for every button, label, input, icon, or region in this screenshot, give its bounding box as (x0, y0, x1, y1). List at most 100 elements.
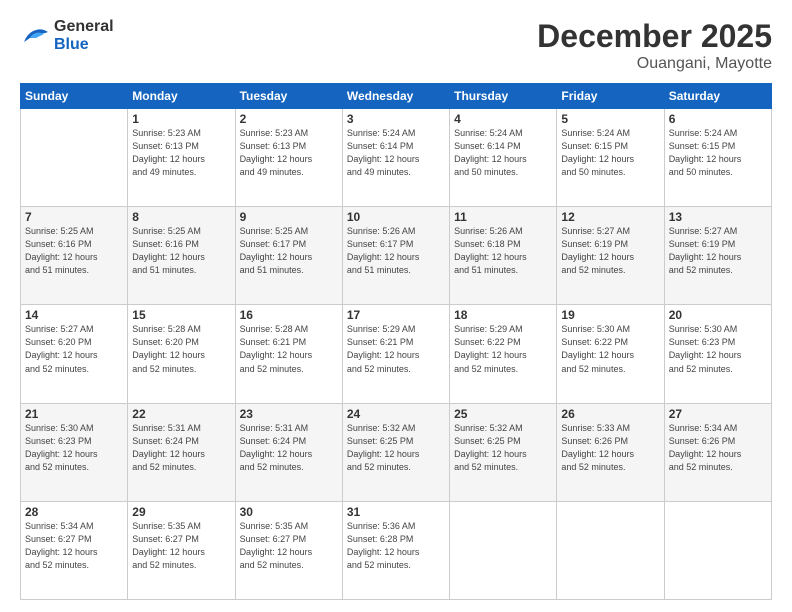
day-info: Sunrise: 5:34 AM Sunset: 6:27 PM Dayligh… (25, 520, 123, 572)
table-row: 29Sunrise: 5:35 AM Sunset: 6:27 PM Dayli… (128, 501, 235, 599)
day-info: Sunrise: 5:26 AM Sunset: 6:18 PM Dayligh… (454, 225, 552, 277)
header: General Blue December 2025 Ouangani, May… (20, 18, 772, 73)
table-row: 26Sunrise: 5:33 AM Sunset: 6:26 PM Dayli… (557, 403, 664, 501)
day-number: 31 (347, 505, 445, 519)
calendar-table: Sunday Monday Tuesday Wednesday Thursday… (20, 83, 772, 600)
day-number: 17 (347, 308, 445, 322)
day-number: 22 (132, 407, 230, 421)
calendar-week-row: 28Sunrise: 5:34 AM Sunset: 6:27 PM Dayli… (21, 501, 772, 599)
day-number: 24 (347, 407, 445, 421)
table-row: 18Sunrise: 5:29 AM Sunset: 6:22 PM Dayli… (450, 305, 557, 403)
day-number: 12 (561, 210, 659, 224)
day-info: Sunrise: 5:23 AM Sunset: 6:13 PM Dayligh… (132, 127, 230, 179)
day-info: Sunrise: 5:25 AM Sunset: 6:16 PM Dayligh… (132, 225, 230, 277)
col-thursday: Thursday (450, 84, 557, 109)
table-row: 23Sunrise: 5:31 AM Sunset: 6:24 PM Dayli… (235, 403, 342, 501)
table-row: 20Sunrise: 5:30 AM Sunset: 6:23 PM Dayli… (664, 305, 771, 403)
day-info: Sunrise: 5:24 AM Sunset: 6:15 PM Dayligh… (561, 127, 659, 179)
table-row (21, 109, 128, 207)
table-row: 24Sunrise: 5:32 AM Sunset: 6:25 PM Dayli… (342, 403, 449, 501)
logo: General Blue (20, 18, 114, 53)
table-row: 11Sunrise: 5:26 AM Sunset: 6:18 PM Dayli… (450, 207, 557, 305)
day-number: 13 (669, 210, 767, 224)
day-number: 6 (669, 112, 767, 126)
day-info: Sunrise: 5:25 AM Sunset: 6:17 PM Dayligh… (240, 225, 338, 277)
day-info: Sunrise: 5:32 AM Sunset: 6:25 PM Dayligh… (454, 422, 552, 474)
day-number: 7 (25, 210, 123, 224)
day-number: 20 (669, 308, 767, 322)
day-number: 25 (454, 407, 552, 421)
day-info: Sunrise: 5:29 AM Sunset: 6:21 PM Dayligh… (347, 323, 445, 375)
day-number: 9 (240, 210, 338, 224)
table-row: 7Sunrise: 5:25 AM Sunset: 6:16 PM Daylig… (21, 207, 128, 305)
day-info: Sunrise: 5:30 AM Sunset: 6:23 PM Dayligh… (669, 323, 767, 375)
day-number: 11 (454, 210, 552, 224)
day-info: Sunrise: 5:26 AM Sunset: 6:17 PM Dayligh… (347, 225, 445, 277)
table-row: 31Sunrise: 5:36 AM Sunset: 6:28 PM Dayli… (342, 501, 449, 599)
day-info: Sunrise: 5:33 AM Sunset: 6:26 PM Dayligh… (561, 422, 659, 474)
table-row: 22Sunrise: 5:31 AM Sunset: 6:24 PM Dayli… (128, 403, 235, 501)
day-number: 14 (25, 308, 123, 322)
day-number: 5 (561, 112, 659, 126)
day-number: 21 (25, 407, 123, 421)
day-info: Sunrise: 5:28 AM Sunset: 6:20 PM Dayligh… (132, 323, 230, 375)
table-row: 5Sunrise: 5:24 AM Sunset: 6:15 PM Daylig… (557, 109, 664, 207)
day-info: Sunrise: 5:27 AM Sunset: 6:20 PM Dayligh… (25, 323, 123, 375)
day-number: 18 (454, 308, 552, 322)
table-row: 1Sunrise: 5:23 AM Sunset: 6:13 PM Daylig… (128, 109, 235, 207)
table-row: 8Sunrise: 5:25 AM Sunset: 6:16 PM Daylig… (128, 207, 235, 305)
col-saturday: Saturday (664, 84, 771, 109)
title-block: December 2025 Ouangani, Mayotte (537, 18, 772, 73)
day-info: Sunrise: 5:35 AM Sunset: 6:27 PM Dayligh… (240, 520, 338, 572)
day-number: 1 (132, 112, 230, 126)
col-monday: Monday (128, 84, 235, 109)
table-row (557, 501, 664, 599)
day-number: 19 (561, 308, 659, 322)
table-row: 16Sunrise: 5:28 AM Sunset: 6:21 PM Dayli… (235, 305, 342, 403)
day-info: Sunrise: 5:31 AM Sunset: 6:24 PM Dayligh… (132, 422, 230, 474)
col-tuesday: Tuesday (235, 84, 342, 109)
day-number: 29 (132, 505, 230, 519)
day-info: Sunrise: 5:31 AM Sunset: 6:24 PM Dayligh… (240, 422, 338, 474)
table-row: 10Sunrise: 5:26 AM Sunset: 6:17 PM Dayli… (342, 207, 449, 305)
col-wednesday: Wednesday (342, 84, 449, 109)
day-number: 28 (25, 505, 123, 519)
col-sunday: Sunday (21, 84, 128, 109)
day-number: 26 (561, 407, 659, 421)
calendar-header-row: Sunday Monday Tuesday Wednesday Thursday… (21, 84, 772, 109)
page-subtitle: Ouangani, Mayotte (537, 55, 772, 73)
day-info: Sunrise: 5:30 AM Sunset: 6:22 PM Dayligh… (561, 323, 659, 375)
day-info: Sunrise: 5:30 AM Sunset: 6:23 PM Dayligh… (25, 422, 123, 474)
day-number: 2 (240, 112, 338, 126)
day-info: Sunrise: 5:35 AM Sunset: 6:27 PM Dayligh… (132, 520, 230, 572)
table-row: 25Sunrise: 5:32 AM Sunset: 6:25 PM Dayli… (450, 403, 557, 501)
calendar-week-row: 21Sunrise: 5:30 AM Sunset: 6:23 PM Dayli… (21, 403, 772, 501)
day-number: 23 (240, 407, 338, 421)
day-info: Sunrise: 5:27 AM Sunset: 6:19 PM Dayligh… (561, 225, 659, 277)
table-row: 4Sunrise: 5:24 AM Sunset: 6:14 PM Daylig… (450, 109, 557, 207)
day-number: 30 (240, 505, 338, 519)
day-number: 8 (132, 210, 230, 224)
day-info: Sunrise: 5:24 AM Sunset: 6:15 PM Dayligh… (669, 127, 767, 179)
logo-bird-icon (20, 24, 50, 48)
table-row: 2Sunrise: 5:23 AM Sunset: 6:13 PM Daylig… (235, 109, 342, 207)
calendar-week-row: 14Sunrise: 5:27 AM Sunset: 6:20 PM Dayli… (21, 305, 772, 403)
table-row: 12Sunrise: 5:27 AM Sunset: 6:19 PM Dayli… (557, 207, 664, 305)
page-title: December 2025 (537, 18, 772, 55)
logo-general: General (54, 18, 114, 35)
table-row: 19Sunrise: 5:30 AM Sunset: 6:22 PM Dayli… (557, 305, 664, 403)
day-number: 10 (347, 210, 445, 224)
table-row: 30Sunrise: 5:35 AM Sunset: 6:27 PM Dayli… (235, 501, 342, 599)
day-info: Sunrise: 5:36 AM Sunset: 6:28 PM Dayligh… (347, 520, 445, 572)
day-number: 15 (132, 308, 230, 322)
day-number: 16 (240, 308, 338, 322)
table-row: 3Sunrise: 5:24 AM Sunset: 6:14 PM Daylig… (342, 109, 449, 207)
col-friday: Friday (557, 84, 664, 109)
day-info: Sunrise: 5:34 AM Sunset: 6:26 PM Dayligh… (669, 422, 767, 474)
day-number: 27 (669, 407, 767, 421)
day-info: Sunrise: 5:28 AM Sunset: 6:21 PM Dayligh… (240, 323, 338, 375)
table-row: 17Sunrise: 5:29 AM Sunset: 6:21 PM Dayli… (342, 305, 449, 403)
table-row (450, 501, 557, 599)
table-row: 27Sunrise: 5:34 AM Sunset: 6:26 PM Dayli… (664, 403, 771, 501)
logo-blue: Blue (54, 36, 89, 53)
